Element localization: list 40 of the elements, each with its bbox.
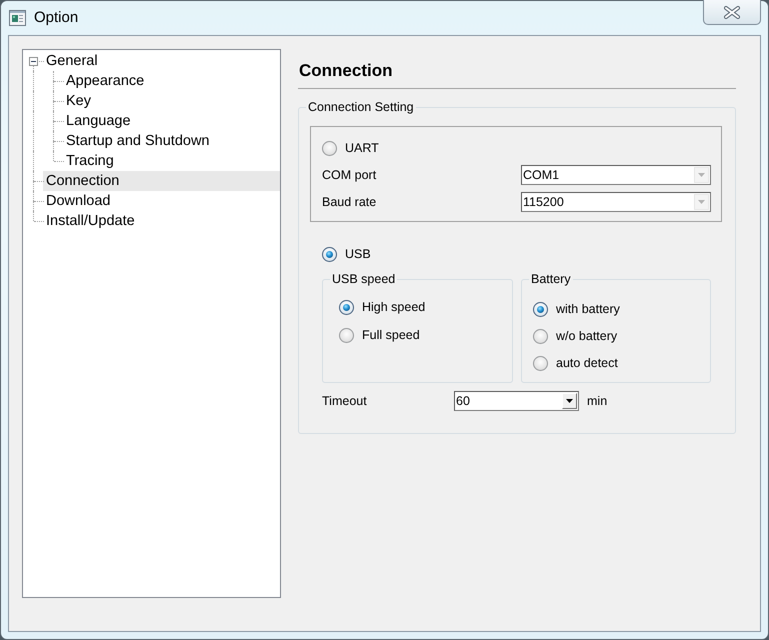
radio-label: High speed bbox=[362, 299, 426, 315]
group-title: Connection Setting bbox=[307, 99, 415, 115]
caret-down-icon bbox=[698, 200, 705, 204]
group-title: Battery bbox=[530, 271, 572, 287]
radio-label: w/o battery bbox=[556, 328, 618, 344]
radio-label: USB bbox=[345, 246, 371, 262]
window-title: Option bbox=[34, 9, 78, 27]
tree-item[interactable]: Language bbox=[63, 111, 134, 131]
field-label: Baud rate bbox=[322, 194, 378, 210]
radio-label: auto detect bbox=[556, 355, 618, 371]
radio-button[interactable] bbox=[339, 328, 354, 342]
tree-item[interactable]: Download bbox=[43, 191, 114, 211]
radio-button[interactable] bbox=[322, 140, 337, 156]
unit-label: min bbox=[587, 393, 608, 409]
page-heading: Connection bbox=[298, 60, 394, 82]
field-label: Timeout bbox=[322, 393, 368, 409]
timeout-dropdown[interactable]: 60 bbox=[454, 391, 579, 411]
radio-label: UART bbox=[345, 140, 379, 156]
radio-button[interactable] bbox=[533, 302, 548, 316]
tree-item[interactable]: Appearance bbox=[63, 71, 148, 91]
caret-down-icon bbox=[566, 399, 573, 403]
group-title: USB speed bbox=[331, 271, 396, 287]
tree-item[interactable]: Startup and Shutdown bbox=[63, 131, 212, 151]
tree-item[interactable]: Tracing bbox=[63, 151, 117, 171]
tree-item[interactable]: Connection bbox=[43, 171, 280, 191]
radio-label: with battery bbox=[556, 301, 620, 317]
radio-button[interactable] bbox=[339, 300, 354, 314]
radio-button[interactable] bbox=[322, 246, 337, 262]
field-label: COM port bbox=[322, 167, 378, 183]
caret-down-icon bbox=[698, 173, 705, 177]
window-icon bbox=[9, 10, 26, 26]
tree-item[interactable]: Key bbox=[63, 91, 94, 111]
radio-button[interactable] bbox=[533, 356, 548, 370]
radio-label: Full speed bbox=[362, 327, 420, 343]
radio-button[interactable] bbox=[533, 328, 548, 344]
close-icon bbox=[724, 6, 740, 18]
close-button[interactable] bbox=[703, 0, 761, 25]
minus-box-icon[interactable] bbox=[29, 57, 38, 66]
tree-item[interactable]: General bbox=[43, 51, 101, 71]
tree-item[interactable]: Install/Update bbox=[43, 211, 138, 231]
